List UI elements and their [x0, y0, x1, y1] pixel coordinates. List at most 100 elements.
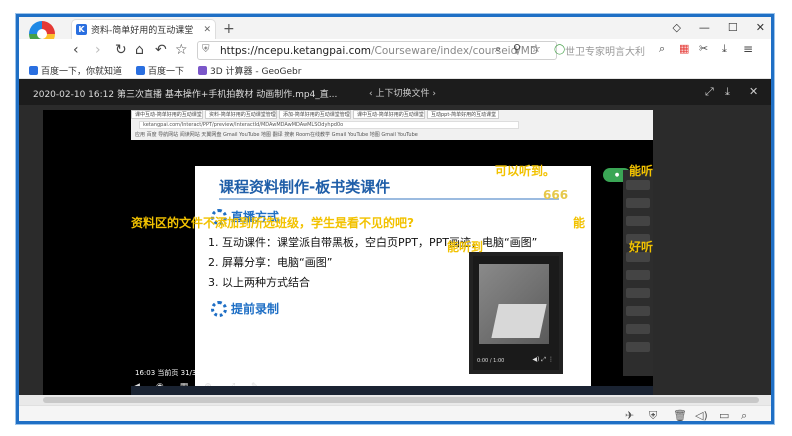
bookmark-label: 百度一下，你就知道 — [41, 67, 123, 77]
shield-icon: ⛨ — [202, 44, 210, 55]
page-indicator: 16:03 当前页 31/34 — [135, 369, 201, 377]
window-icon[interactable]: ▭ — [719, 409, 729, 421]
gear-icon — [211, 300, 227, 317]
slide-list-item: 2. 屏幕分享：电脑“画图” — [208, 256, 333, 269]
video-controls-icon[interactable]: ◀) ⤢ ⋮ — [532, 356, 554, 364]
bookmark-item[interactable]: 百度一下 — [136, 64, 184, 77]
trash-icon[interactable]: 🗑 — [673, 409, 687, 421]
search-icon[interactable]: ⌕ — [741, 409, 747, 421]
download-icon[interactable]: ⤓ — [725, 85, 730, 99]
address-bar[interactable]: https:// ncepu.ketangpai.com /Courseware… — [197, 41, 557, 60]
paw-icon — [29, 66, 38, 75]
embedded-video[interactable]: 0:00 / 1:00 ◀) ⤢ ⋮ — [469, 252, 563, 374]
tab-title: 资料-简单好用的互动课堂 — [91, 26, 194, 36]
inner-tab: 课中互动-简单好用的互动课堂 — [353, 110, 425, 119]
status-bar: ✈ ⛨ 🗑 ◁) ▭ ⌕ — [19, 405, 771, 421]
inner-address-bar: ketangpai.com/Interact/PPT/preview/Inter… — [139, 121, 519, 129]
maximize-button[interactable]: ☐ — [728, 21, 738, 34]
paw-icon — [136, 66, 146, 75]
desk-image — [491, 304, 547, 338]
slide-title: 课程资料制作-板书类课件 — [219, 178, 391, 196]
new-tab-button[interactable]: + — [223, 21, 235, 37]
bookmarks-bar: 百度一下，你就知道 百度一下 3D 计算器 - GeoGebr — [19, 63, 771, 79]
tool-chip[interactable] — [626, 306, 650, 316]
inner-browser: 课中互动-简单好用的互动课堂 资料-简单好用的互动课堂管理 添加-简单好用的互动… — [131, 110, 653, 140]
close-icon[interactable]: ✕ — [203, 25, 211, 35]
video-time: 0:00 / 1:00 — [477, 358, 505, 364]
undo-icon[interactable]: ↶ — [155, 42, 167, 58]
video-title: 2020-02-10 16:12 第三次直播 基本操作+手机拍教材 动画制作.m… — [33, 90, 338, 100]
share-icon[interactable]: ⚲ — [513, 42, 521, 55]
tool-chip[interactable] — [626, 180, 650, 190]
geogebra-icon — [198, 66, 208, 75]
url-host: ncepu.ketangpai.com — [257, 44, 372, 57]
bookmark-label: 3D 计算器 - GeoGebr — [210, 67, 302, 77]
favorite-icon[interactable]: ☆ — [531, 42, 541, 55]
bookmark-label: 百度一下 — [148, 67, 185, 77]
back-icon[interactable]: ‹ — [73, 42, 79, 58]
search-icon[interactable]: ⌕ — [659, 42, 665, 56]
apps-icon[interactable]: ▦ — [679, 42, 689, 55]
search-engine-icon[interactable]: ◯ — [554, 44, 565, 55]
tool-chip[interactable] — [626, 270, 650, 280]
danmu-comment: 可以听到。 — [495, 164, 556, 178]
inner-tab: 资料-简单好用的互动课堂管理 — [205, 110, 277, 119]
accelerate-icon[interactable]: ✈ — [625, 409, 634, 421]
danmu-comment: 能听到 — [447, 240, 484, 254]
switch-file-label: 上下切换文件 — [375, 89, 430, 99]
shield-icon[interactable]: ⛨ — [649, 409, 657, 421]
slide-list-item: 3. 以上两种方式结合 — [208, 276, 310, 289]
ppt-slide: 课程资料制作-板书类课件 直播方式 1. 互动课件：课堂派自带黑板，空白页PPT… — [195, 166, 591, 387]
section-heading: 提前录制 — [211, 300, 279, 317]
bookmark-item[interactable]: 3D 计算器 - GeoGebr — [198, 64, 301, 77]
cut-icon[interactable]: ✂ — [699, 42, 708, 55]
inner-tab: 互动ppt-简单好用的互动课堂 — [427, 110, 499, 119]
menu-icon[interactable]: ≡ — [743, 42, 753, 56]
tab-active[interactable]: K 资料-简单好用的互动课堂 ✕ — [71, 19, 216, 39]
tool-chip[interactable] — [626, 288, 650, 298]
browser-window: K 资料-简单好用的互动课堂 ✕ + ◇ — ☐ ✕ ‹ › ↻ ⌂ ↶ ☆ h… — [16, 14, 774, 424]
danmu-comment: 能听 — [629, 164, 654, 178]
video-stage[interactable]: 课中互动-简单好用的互动课堂 资料-简单好用的互动课堂管理 添加-简单好用的互动… — [19, 105, 771, 400]
tool-chip[interactable] — [626, 324, 650, 334]
tool-chip[interactable] — [626, 198, 650, 208]
close-window-button[interactable]: ✕ — [756, 21, 765, 34]
danmu-comment: 能 — [573, 216, 586, 230]
recorded-screen: 课中互动-简单好用的互动课堂 资料-简单好用的互动课堂管理 添加-简单好用的互动… — [43, 110, 653, 400]
fullscreen-icon[interactable]: ⤢ — [705, 85, 714, 99]
horizontal-scrollbar[interactable] — [19, 395, 771, 405]
video-frame — [479, 264, 549, 344]
speaker-icon[interactable]: ◁) — [695, 409, 708, 421]
slide-list-item: 1. 互动课件：课堂派自带黑板，空白页PPT，PPT画迹，电脑“画图” — [208, 236, 538, 249]
zoom-icon[interactable]: ⌕ — [495, 42, 501, 56]
title-underline — [219, 198, 559, 200]
scrollbar-thumb[interactable] — [43, 397, 759, 403]
home-icon[interactable]: ⌂ — [135, 42, 144, 58]
tool-chip[interactable] — [626, 342, 650, 352]
reload-icon[interactable]: ↻ — [115, 42, 127, 58]
skin-icon[interactable]: ◇ — [672, 21, 680, 34]
bookmark-item[interactable]: 百度一下，你就知道 — [29, 64, 122, 77]
ketangpai-icon: K — [76, 24, 87, 35]
section-title: 提前录制 — [231, 302, 280, 316]
inner-tab: 课中互动-简单好用的互动课堂 — [131, 110, 203, 119]
tab-bar: K 资料-简单好用的互动课堂 ✕ + ◇ — ☐ ✕ — [19, 17, 771, 47]
right-tool-panel — [623, 170, 653, 376]
window-controls: ◇ — ☐ ✕ — [672, 21, 765, 34]
danmu-comment: 资料区的文件不添加到所选班级，学生是看不见的吧? — [131, 216, 414, 230]
navigation-bar: ‹ › ↻ ⌂ ↶ ☆ https:// ncepu.ketangpai.com… — [19, 39, 771, 63]
danmu-comment: 好听 — [629, 240, 654, 254]
inner-bookmarks: 应用 百度 导航网站 阅读网站 天翼网盘 Gmail YouTube 地图 翻译… — [135, 132, 418, 138]
forward-icon[interactable]: › — [95, 42, 101, 58]
video-viewer-bar: 2020-02-10 16:12 第三次直播 基本操作+手机拍教材 动画制作.m… — [19, 79, 771, 105]
tool-chip[interactable] — [626, 216, 650, 226]
switch-file-button[interactable]: ‹ 上下切换文件 › — [369, 86, 436, 99]
inner-tab: 添加-简单好用的互动课堂管理 — [279, 110, 351, 119]
star-icon[interactable]: ☆ — [175, 42, 188, 58]
minimize-button[interactable]: — — [699, 21, 710, 34]
url-scheme: https:// — [220, 44, 258, 57]
close-icon[interactable]: ✕ — [749, 85, 758, 98]
download-icon[interactable]: ⤓ — [722, 42, 727, 56]
search-placeholder: 世卫专家明言大利 — [565, 47, 645, 58]
danmu-comment: 666 — [543, 188, 569, 202]
